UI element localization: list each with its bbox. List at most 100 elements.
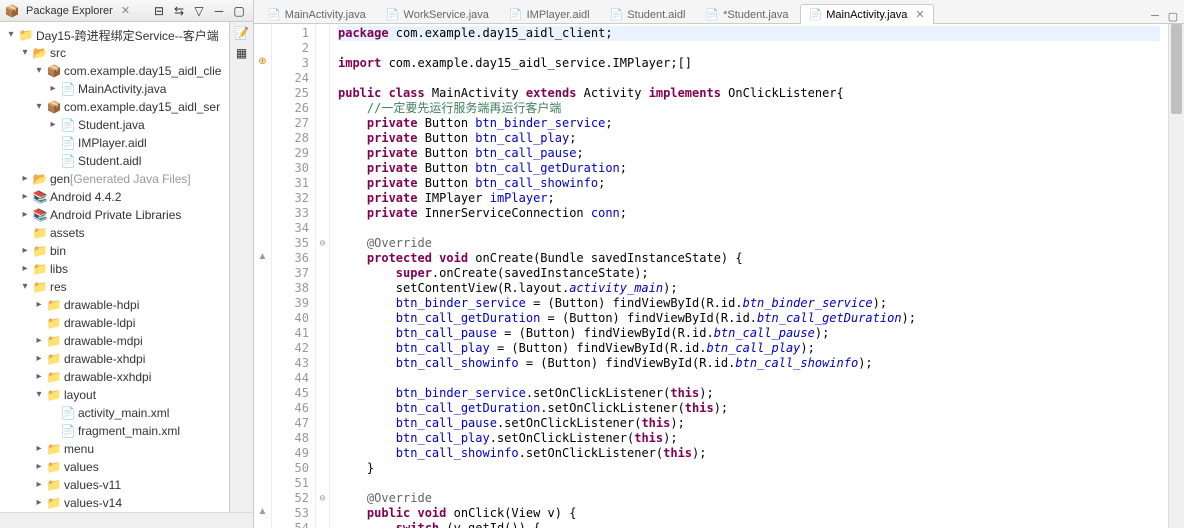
tree-twisty-icon[interactable]: ▾ bbox=[18, 46, 32, 60]
code-line[interactable]: private Button btn_binder_service; bbox=[338, 116, 1160, 131]
minimize-button[interactable]: ─ bbox=[210, 2, 228, 20]
code-line[interactable]: setContentView(R.layout.activity_main); bbox=[338, 281, 1160, 296]
tree-item[interactable]: ▾📁Day15-跨进程绑定Service--客户端 bbox=[4, 26, 229, 44]
code-line[interactable]: btn_call_play.setOnClickListener(this); bbox=[338, 431, 1160, 446]
editor-minimize-icon[interactable]: ─ bbox=[1148, 10, 1162, 23]
editor-tab[interactable]: 📄MainActivity.java✕ bbox=[800, 4, 934, 24]
tree-twisty-icon[interactable] bbox=[46, 424, 60, 438]
code-line[interactable]: private Button btn_call_getDuration; bbox=[338, 161, 1160, 176]
code-line[interactable] bbox=[338, 221, 1160, 236]
link-editor-button[interactable]: ⇆ bbox=[170, 2, 188, 20]
code-line[interactable]: private IMPlayer imPlayer; bbox=[338, 191, 1160, 206]
code-line[interactable]: @Override bbox=[338, 236, 1160, 251]
tree-twisty-icon[interactable] bbox=[18, 226, 32, 240]
close-explorer-icon[interactable]: ✕ bbox=[121, 4, 130, 17]
tree-item[interactable]: ▸📁values bbox=[4, 458, 229, 476]
tree-item[interactable]: 📄activity_main.xml bbox=[4, 404, 229, 422]
tree-item[interactable]: ▸📁menu bbox=[4, 440, 229, 458]
tree-item[interactable]: ▸📚Android Private Libraries bbox=[4, 206, 229, 224]
tree-twisty-icon[interactable]: ▸ bbox=[32, 298, 46, 312]
code-line[interactable]: } bbox=[338, 461, 1160, 476]
code-line[interactable] bbox=[338, 371, 1160, 386]
outline-icon[interactable]: 📝 bbox=[234, 26, 249, 40]
tree-twisty-icon[interactable]: ▸ bbox=[18, 208, 32, 222]
tree-twisty-icon[interactable] bbox=[46, 154, 60, 168]
tree-item[interactable]: ▸📁bin bbox=[4, 242, 229, 260]
tree-item[interactable]: ▸📁libs bbox=[4, 260, 229, 278]
code-line[interactable]: import com.example.day15_aidl_service.IM… bbox=[338, 56, 1160, 71]
tree-item[interactable]: 📁assets bbox=[4, 224, 229, 242]
code-line[interactable]: btn_binder_service.setOnClickListener(th… bbox=[338, 386, 1160, 401]
code-line[interactable]: package com.example.day15_aidl_client; bbox=[338, 26, 1160, 41]
explorer-hscrollbar[interactable] bbox=[0, 512, 253, 528]
tree-item[interactable]: ▾📦com.example.day15_aidl_ser bbox=[4, 98, 229, 116]
tree-twisty-icon[interactable]: ▸ bbox=[18, 262, 32, 276]
explorer-tree[interactable]: ▾📁Day15-跨进程绑定Service--客户端▾📂src▾📦com.exam… bbox=[0, 22, 229, 512]
tree-item[interactable]: ▸📁drawable-mdpi bbox=[4, 332, 229, 350]
code-line[interactable]: switch (v.getId()) { bbox=[338, 521, 1160, 528]
tree-twisty-icon[interactable]: ▸ bbox=[32, 442, 46, 456]
code-line[interactable]: btn_binder_service = (Button) findViewBy… bbox=[338, 296, 1160, 311]
tree-item[interactable]: ▸📁values-v14 bbox=[4, 494, 229, 512]
tree-twisty-icon[interactable]: ▸ bbox=[32, 352, 46, 366]
tree-item[interactable]: ▸📄MainActivity.java bbox=[4, 80, 229, 98]
tree-twisty-icon[interactable]: ▾ bbox=[32, 64, 46, 78]
tree-twisty-icon[interactable] bbox=[32, 316, 46, 330]
editor-tab[interactable]: 📄*Student.java bbox=[696, 4, 797, 24]
code-line[interactable]: btn_call_pause = (Button) findViewById(R… bbox=[338, 326, 1160, 341]
fold-toggle[interactable]: ⊖ bbox=[316, 491, 329, 506]
tree-item[interactable]: 📄IMPlayer.aidl bbox=[4, 134, 229, 152]
tree-item[interactable]: ▾📂src bbox=[4, 44, 229, 62]
code-line[interactable]: private Button btn_call_pause; bbox=[338, 146, 1160, 161]
fold-toggle[interactable]: ⊖ bbox=[316, 236, 329, 251]
tree-twisty-icon[interactable] bbox=[46, 406, 60, 420]
code-line[interactable]: btn_call_getDuration = (Button) findView… bbox=[338, 311, 1160, 326]
tree-item[interactable]: ▸📂gen [Generated Java Files] bbox=[4, 170, 229, 188]
code-line[interactable]: super.onCreate(savedInstanceState); bbox=[338, 266, 1160, 281]
editor-tab[interactable]: 📄WorkService.java bbox=[377, 4, 498, 24]
code-line[interactable]: protected void onCreate(Bundle savedInst… bbox=[338, 251, 1160, 266]
tree-twisty-icon[interactable]: ▸ bbox=[32, 370, 46, 384]
code-line[interactable]: btn_call_pause.setOnClickListener(this); bbox=[338, 416, 1160, 431]
code-line[interactable]: //一定要先运行服务端再运行客户端 bbox=[338, 101, 1160, 116]
code-line[interactable]: private Button btn_call_play; bbox=[338, 131, 1160, 146]
scrollbar-thumb[interactable] bbox=[1171, 24, 1182, 114]
tree-twisty-icon[interactable]: ▸ bbox=[32, 478, 46, 492]
tree-item[interactable]: ▸📁values-v11 bbox=[4, 476, 229, 494]
collapse-all-button[interactable]: ⊟ bbox=[150, 2, 168, 20]
tree-twisty-icon[interactable]: ▸ bbox=[18, 244, 32, 258]
code-line[interactable]: btn_call_showinfo = (Button) findViewByI… bbox=[338, 356, 1160, 371]
code-line[interactable]: private Button btn_call_showinfo; bbox=[338, 176, 1160, 191]
tree-item[interactable]: ▸📄Student.java bbox=[4, 116, 229, 134]
tree-twisty-icon[interactable]: ▸ bbox=[32, 334, 46, 348]
tree-twisty-icon[interactable]: ▸ bbox=[32, 496, 46, 510]
editor-vscrollbar[interactable] bbox=[1168, 24, 1184, 528]
tree-twisty-icon[interactable] bbox=[46, 136, 60, 150]
tree-item[interactable]: ▸📚Android 4.4.2 bbox=[4, 188, 229, 206]
tree-item[interactable]: ▾📁res bbox=[4, 278, 229, 296]
editor-tab[interactable]: 📄MainActivity.java bbox=[258, 4, 375, 24]
maximize-button[interactable]: ▢ bbox=[230, 2, 248, 20]
tree-item[interactable]: 📄fragment_main.xml bbox=[4, 422, 229, 440]
tree-item[interactable]: 📄Student.aidl bbox=[4, 152, 229, 170]
code-line[interactable] bbox=[338, 41, 1160, 56]
tree-twisty-icon[interactable]: ▾ bbox=[4, 28, 18, 42]
editor-maximize-icon[interactable]: ▢ bbox=[1166, 10, 1180, 23]
tree-twisty-icon[interactable]: ▾ bbox=[32, 100, 46, 114]
tree-twisty-icon[interactable]: ▾ bbox=[18, 280, 32, 294]
task-list-icon[interactable]: ▦ bbox=[236, 46, 247, 60]
code-line[interactable]: public class MainActivity extends Activi… bbox=[338, 86, 1160, 101]
code-line[interactable]: btn_call_play = (Button) findViewById(R.… bbox=[338, 341, 1160, 356]
view-menu-button[interactable]: ▽ bbox=[190, 2, 208, 20]
tree-item[interactable]: ▸📁drawable-xhdpi bbox=[4, 350, 229, 368]
tree-twisty-icon[interactable]: ▸ bbox=[46, 118, 60, 132]
code-line[interactable] bbox=[338, 71, 1160, 86]
tree-item[interactable]: ▾📦com.example.day15_aidl_clie bbox=[4, 62, 229, 80]
editor-tab[interactable]: 📄IMPlayer.aidl bbox=[500, 4, 599, 24]
code-area[interactable]: package com.example.day15_aidl_client;im… bbox=[330, 24, 1168, 528]
code-line[interactable]: @Override bbox=[338, 491, 1160, 506]
code-line[interactable]: btn_call_getDuration.setOnClickListener(… bbox=[338, 401, 1160, 416]
code-line[interactable]: public void onClick(View v) { bbox=[338, 506, 1160, 521]
fold-column[interactable]: ⊖⊖ bbox=[316, 24, 330, 528]
code-line[interactable]: private InnerServiceConnection conn; bbox=[338, 206, 1160, 221]
